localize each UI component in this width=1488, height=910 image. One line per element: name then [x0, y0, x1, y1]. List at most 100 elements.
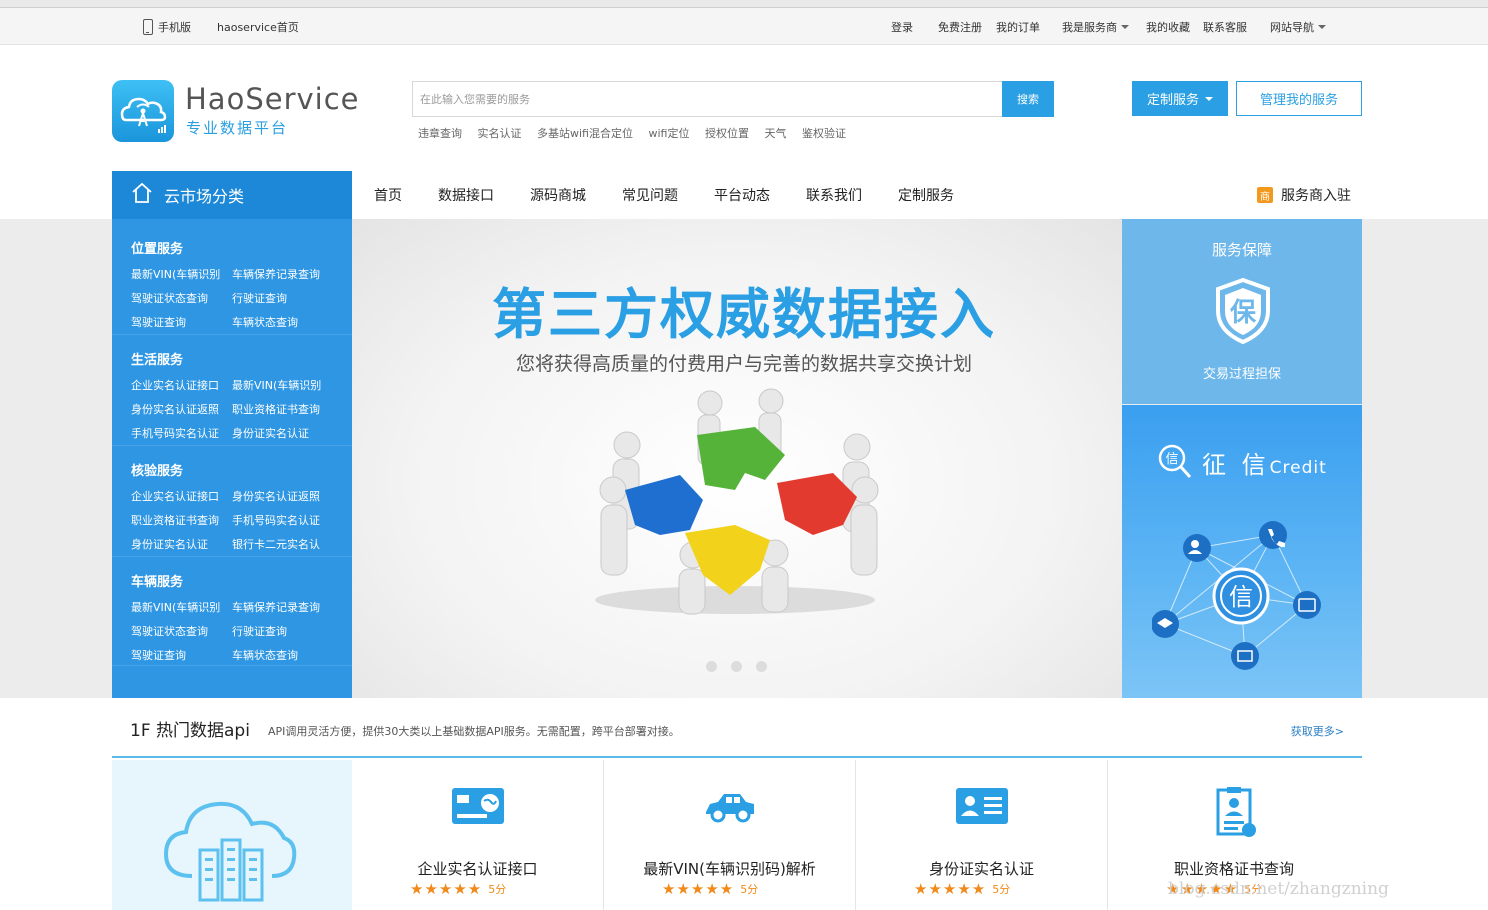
category-link[interactable]: 身份证实名认证 — [232, 425, 342, 441]
category-link[interactable]: 车辆保养记录查询 — [232, 266, 342, 282]
site-nav-menu[interactable]: 网站导航 — [1270, 19, 1326, 35]
hot-link[interactable]: 实名认证 — [478, 127, 522, 140]
category-link[interactable]: 手机号码实名认证 — [232, 512, 342, 528]
category-link[interactable]: 车辆状态查询 — [232, 314, 342, 330]
rating: ★★★★★ 5分 — [914, 880, 1010, 898]
guarantee-icon-text: 保 — [1229, 298, 1257, 328]
hot-link[interactable]: 多基站wifi混合定位 — [537, 127, 633, 140]
svg-text:信: 信 — [1165, 452, 1178, 467]
rating: ★★★★★ 5分 — [662, 880, 758, 898]
api-card[interactable]: 企业实名认证接口 ★★★★★ 5分 — [352, 760, 604, 910]
support-link[interactable]: 联系客服 — [1203, 19, 1247, 35]
nav-item-news[interactable]: 平台动态 — [714, 185, 770, 205]
carousel-dot[interactable] — [756, 661, 767, 672]
category-sidebar: 位置服务 最新VIN(车辆识别 车辆保养记录查询 驾驶证状态查询 行驶证查询 驾… — [112, 219, 352, 698]
nav-item-faq[interactable]: 常见问题 — [622, 185, 678, 205]
category-link[interactable]: 身份实名认证返照 — [131, 401, 232, 417]
carousel-dot[interactable] — [706, 661, 717, 672]
credit-panel[interactable]: 信 征 信Credit 信 — [1122, 405, 1362, 698]
category-link[interactable]: 职业资格证书查询 — [232, 401, 342, 417]
nav-item-home[interactable]: 首页 — [374, 185, 402, 205]
banner-subtitle: 您将获得高质量的付费用户与完善的数据共享交换计划 — [515, 353, 972, 375]
category-link[interactable]: 最新VIN(车辆识别 — [131, 599, 232, 615]
category-link[interactable]: 最新VIN(车辆识别 — [131, 266, 232, 282]
logo-icon[interactable] — [112, 80, 174, 142]
rating-score: 5分 — [740, 883, 759, 896]
top-bar: 手机版 haoservice首页 登录 免费注册 我的订单 我是服务商 我的收藏… — [0, 8, 1488, 45]
category-link[interactable]: 驾驶证状态查询 — [131, 623, 232, 639]
provider-menu[interactable]: 我是服务商 — [1062, 19, 1129, 35]
manage-services-button[interactable]: 管理我的服务 — [1236, 81, 1362, 116]
category-group: 核验服务 企业实名认证接口 身份实名认证返照 职业资格证书查询 手机号码实名认证… — [131, 460, 342, 552]
main-nav: 首页 数据接口 源码商城 常见问题 平台动态 联系我们 定制服务 — [352, 171, 968, 219]
api-card[interactable]: 身份证实名认证 ★★★★★ 5分 — [856, 760, 1108, 910]
category-link[interactable]: 职业资格证书查询 — [131, 512, 232, 528]
category-group-title[interactable]: 生活服务 — [131, 349, 342, 368]
id-card-icon — [956, 788, 1008, 824]
custom-service-button[interactable]: 定制服务 — [1132, 81, 1228, 116]
divider — [112, 445, 352, 446]
more-link[interactable]: 获取更多> — [1291, 723, 1344, 739]
search-input[interactable] — [413, 82, 1003, 116]
credit-title-cn: 征 信 — [1202, 451, 1270, 479]
business-card-icon — [452, 788, 504, 824]
category-link[interactable]: 驾驶证查询 — [131, 314, 232, 330]
my-orders-link[interactable]: 我的订单 — [996, 19, 1040, 35]
category-link[interactable]: 身份证实名认证 — [131, 536, 232, 552]
divider — [112, 556, 352, 557]
category-link[interactable]: 行驶证查询 — [232, 290, 342, 306]
category-link[interactable]: 企业实名认证接口 — [131, 488, 232, 504]
credit-search-icon: 信 — [1158, 444, 1192, 479]
category-group-title[interactable]: 核验服务 — [131, 460, 342, 479]
divider — [112, 665, 352, 666]
register-link[interactable]: 免费注册 — [938, 19, 982, 35]
api-card-name: 企业实名认证接口 — [417, 860, 538, 878]
category-link[interactable]: 银行卡二元实名认 — [232, 536, 342, 552]
category-link[interactable]: 手机号码实名认证 — [131, 425, 232, 441]
site-nav-label: 网站导航 — [1270, 21, 1314, 34]
carousel-dot[interactable] — [731, 661, 742, 672]
nav-item-data-api[interactable]: 数据接口 — [438, 185, 494, 205]
search-button[interactable]: 搜索 — [1002, 81, 1054, 117]
login-link[interactable]: 登录 — [891, 19, 913, 35]
puzzle-people-illustration — [595, 388, 879, 615]
category-link[interactable]: 身份实名认证返照 — [232, 488, 342, 504]
nav-item-custom[interactable]: 定制服务 — [898, 185, 954, 205]
category-link[interactable]: 企业实名认证接口 — [131, 377, 232, 393]
favorites-link[interactable]: 我的收藏 — [1146, 19, 1190, 35]
hot-link[interactable]: 天气 — [764, 127, 786, 140]
hot-link[interactable]: wifi定位 — [648, 127, 689, 140]
category-group-title[interactable]: 位置服务 — [131, 238, 342, 257]
category-title: 云市场分类 — [164, 187, 245, 206]
hot-link[interactable]: 授权位置 — [705, 127, 749, 140]
category-link[interactable]: 车辆状态查询 — [232, 647, 342, 663]
merchant-join-link[interactable]: 商 服务商入驻 — [1257, 185, 1351, 205]
category-group: 生活服务 企业实名认证接口 最新VIN(车辆识别 身份实名认证返照 职业资格证书… — [131, 349, 342, 441]
category-link[interactable]: 最新VIN(车辆识别 — [232, 377, 342, 393]
merchant-join-label: 服务商入驻 — [1281, 188, 1351, 204]
hot-search-links: 违章查询 实名认证 多基站wifi混合定位 wifi定位 授权位置 天气 鉴权验… — [418, 125, 858, 141]
logo-title[interactable]: HaoService — [185, 82, 360, 116]
category-link[interactable]: 行驶证查询 — [232, 623, 342, 639]
category-group-title[interactable]: 车辆服务 — [131, 571, 342, 590]
section-title: 1F 热门数据api — [130, 721, 250, 741]
hot-link[interactable]: 违章查询 — [418, 127, 462, 140]
rating: ★★★★★ 5分 — [410, 880, 506, 898]
category-link[interactable]: 车辆保养记录查询 — [232, 599, 342, 615]
certificate-icon — [1216, 787, 1256, 837]
service-guarantee-panel[interactable]: 服务保障 保 交易过程担保 — [1122, 219, 1362, 404]
guarantee-desc: 交易过程担保 — [1202, 367, 1281, 382]
api-card[interactable]: 最新VIN(车辆识别码)解析 ★★★★★ 5分 — [604, 760, 856, 910]
divider — [112, 334, 352, 335]
carousel-dots — [706, 661, 781, 672]
mobile-phone-icon — [143, 19, 153, 35]
chevron-down-icon — [1205, 96, 1213, 101]
home-link[interactable]: haoservice首页 — [217, 19, 299, 35]
mobile-version-link[interactable]: 手机版 — [158, 19, 191, 35]
hot-link[interactable]: 鉴权验证 — [802, 127, 846, 140]
category-link[interactable]: 驾驶证状态查询 — [131, 290, 232, 306]
category-link[interactable]: 驾驶证查询 — [131, 647, 232, 663]
nav-item-contact[interactable]: 联系我们 — [806, 185, 862, 205]
cloud-promo[interactable] — [112, 760, 352, 910]
nav-item-source-store[interactable]: 源码商城 — [530, 185, 586, 205]
